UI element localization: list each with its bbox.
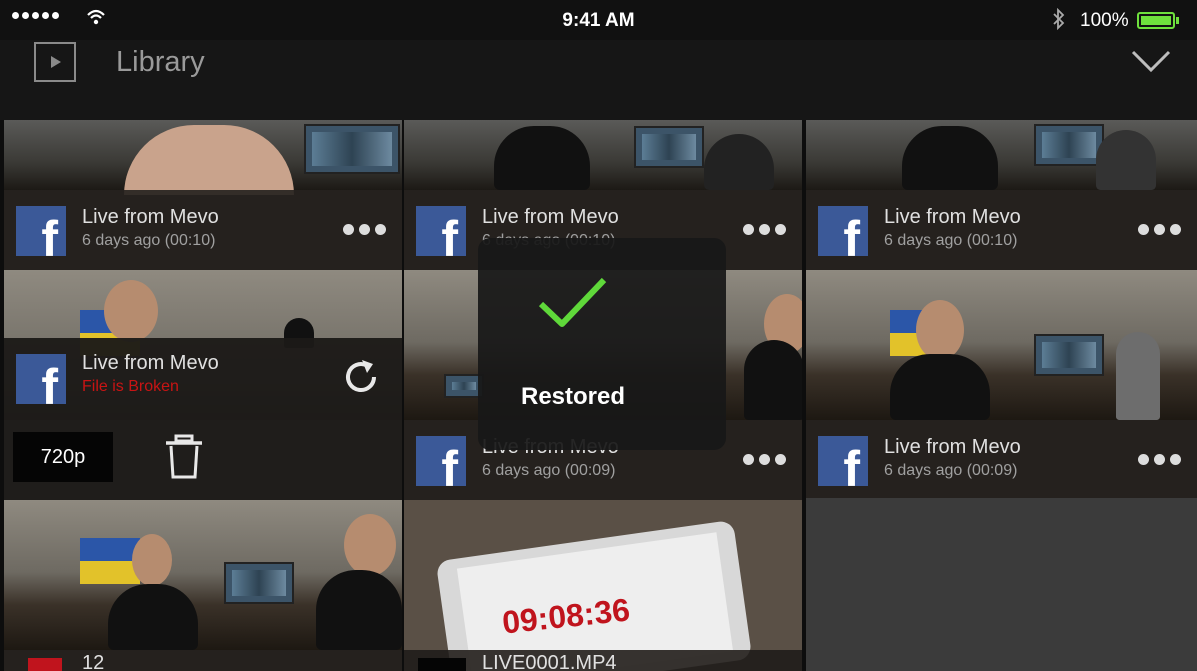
item-title: LIVE0001.MP4 [482, 652, 617, 671]
video-thumbnail [4, 500, 402, 650]
bluetooth-icon [1053, 8, 1065, 30]
facebook-icon: f [818, 436, 868, 486]
item-meta: 6 days ago (00:09) [884, 462, 1018, 479]
item-title: Live from Mevo [82, 352, 219, 374]
video-thumbnail [404, 120, 802, 190]
item-meta: 6 days ago (00:09) [482, 462, 616, 479]
checkmark-icon [538, 277, 607, 327]
item-info-bar: f Live from Mevo 6 days ago (00:10) [806, 190, 1197, 270]
play-square-icon[interactable] [34, 42, 76, 82]
item-title: Live from Mevo [884, 436, 1021, 458]
video-thumbnail [806, 270, 1197, 420]
item-badge [418, 658, 466, 671]
refresh-icon[interactable] [340, 356, 382, 398]
more-dots-icon[interactable] [743, 224, 786, 235]
status-bar: 9:41 AM 100% [0, 0, 1197, 40]
video-thumbnail [4, 120, 402, 195]
toast-message: Restored [520, 383, 626, 410]
restored-toast: Restored [478, 238, 726, 450]
more-dots-icon[interactable] [1138, 454, 1181, 465]
item-title: Live from Mevo [884, 206, 1021, 228]
facebook-icon: f [16, 354, 66, 404]
empty-grid-area [806, 498, 1197, 671]
trash-icon[interactable] [164, 434, 204, 480]
library-item[interactable]: f Live from Mevo 6 days ago (00:10) [4, 120, 402, 270]
error-status: File is Broken [82, 378, 179, 395]
battery-percent: 100% [1080, 10, 1129, 31]
battery-tip [1176, 17, 1179, 24]
video-thumbnail: 09:08:36 [404, 500, 802, 671]
more-dots-icon[interactable] [1138, 224, 1181, 235]
facebook-icon: f [416, 436, 466, 486]
item-info-bar: 12 [4, 650, 402, 671]
library-item[interactable]: f Live from Mevo 6 days ago (00:09) [806, 270, 1197, 500]
more-dots-icon[interactable] [743, 454, 786, 465]
item-badge [28, 658, 62, 671]
resolution-button[interactable]: 720p [13, 432, 113, 482]
broken-item-actions: 720p [4, 420, 402, 500]
battery-icon [1137, 12, 1175, 29]
item-title: Live from Mevo [82, 206, 219, 228]
broken-item-info-bar: f Live from Mevo File is Broken [4, 338, 402, 420]
item-meta: 6 days ago (00:10) [82, 232, 216, 249]
facebook-icon: f [16, 206, 66, 256]
more-dots-icon[interactable] [343, 224, 386, 235]
video-thumbnail [806, 120, 1197, 190]
item-meta: 6 days ago (00:10) [884, 232, 1018, 249]
item-info-bar: f Live from Mevo 6 days ago (00:09) [806, 420, 1197, 500]
item-info-bar: f Live from Mevo 6 days ago (00:10) [4, 190, 402, 270]
item-title: Live from Mevo [482, 206, 619, 228]
library-item[interactable]: 09:08:36 LIVE0001.MP4 [404, 500, 802, 671]
library-item[interactable]: f Live from Mevo 6 days ago (00:10) [806, 120, 1197, 270]
facebook-icon: f [416, 206, 466, 256]
library-item[interactable]: 12 [4, 500, 402, 671]
chevron-down-icon[interactable] [1130, 48, 1172, 74]
nav-bar: Library [0, 40, 1197, 120]
page-title: Library [116, 46, 205, 78]
facebook-icon: f [818, 206, 868, 256]
item-info-bar: LIVE0001.MP4 [404, 650, 802, 671]
status-time: 9:41 AM [562, 10, 635, 31]
item-title: 12 [82, 652, 105, 671]
